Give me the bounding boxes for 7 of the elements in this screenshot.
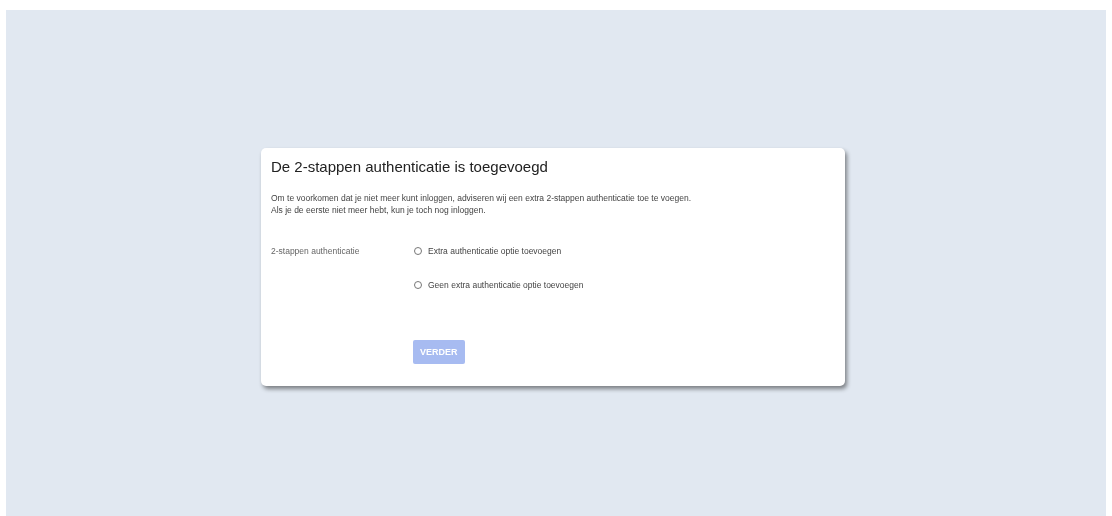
radio-option[interactable]: Geen extra authenticatie optie toevoegen: [414, 279, 584, 291]
radio-icon[interactable]: [414, 281, 422, 289]
field-label: 2-stappen authenticatie: [271, 245, 361, 257]
description-text: Om te voorkomen dat je niet meer kunt inloggen, adviseren wij een extra 2-stappen authenticatie toe te voegen. Als je de eerste niet meer hebt, kun je toch nog inloggen.: [271, 192, 693, 216]
radio-icon[interactable]: [414, 247, 422, 255]
dialog-title: De 2-stappen authenticatie is toegevoegd: [271, 157, 549, 176]
radio-option[interactable]: Extra authenticatie optie toevoegen: [414, 245, 562, 257]
